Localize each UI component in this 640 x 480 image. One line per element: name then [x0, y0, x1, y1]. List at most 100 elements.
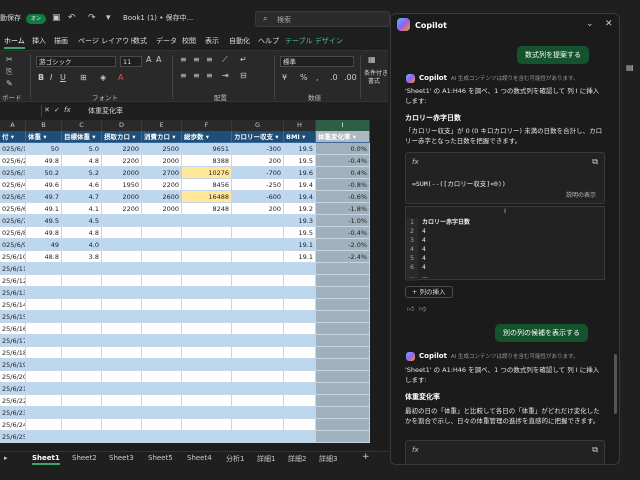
table-cell[interactable]	[232, 275, 284, 287]
table-cell[interactable]: 025/6/1	[0, 143, 26, 155]
table-cell[interactable]: 025/6/3	[0, 167, 26, 179]
thumbs-up-icon[interactable]: 👍︎	[407, 304, 414, 313]
table-cell[interactable]	[316, 407, 370, 419]
table-cell[interactable]	[62, 371, 102, 383]
table-cell[interactable]	[316, 419, 370, 431]
tab-automate[interactable]: 自動化	[229, 36, 250, 46]
table-cell[interactable]: 25/6/21	[0, 383, 26, 395]
fill-color-icon[interactable]: ◈	[100, 73, 106, 82]
sheet-tab[interactable]: Sheet4	[187, 454, 212, 462]
table-cell[interactable]	[182, 395, 232, 407]
table-cell[interactable]	[62, 263, 102, 275]
table-cell[interactable]	[182, 251, 232, 263]
table-cell[interactable]	[232, 347, 284, 359]
table-cell[interactable]	[284, 287, 316, 299]
table-cell[interactable]: 16488	[182, 191, 232, 203]
table-cell[interactable]	[102, 275, 142, 287]
table-cell[interactable]	[232, 227, 284, 239]
table-cell[interactable]: 25/6/19	[0, 359, 26, 371]
table-cell[interactable]	[102, 323, 142, 335]
font-size-select[interactable]: 11	[120, 56, 142, 67]
table-cell[interactable]	[284, 371, 316, 383]
table-cell[interactable]: 19.6	[284, 167, 316, 179]
table-cell[interactable]	[26, 371, 62, 383]
table-cell[interactable]: 4.6	[62, 179, 102, 191]
name-box[interactable]	[0, 105, 42, 117]
table-cell[interactable]	[102, 395, 142, 407]
table-cell[interactable]: 2000	[142, 155, 182, 167]
table-cell[interactable]	[62, 407, 102, 419]
table-cell[interactable]: 025/6/2	[0, 155, 26, 167]
table-cell[interactable]	[102, 371, 142, 383]
column-header-c[interactable]: C	[62, 120, 102, 131]
column-header-a[interactable]: A	[0, 120, 26, 131]
table-cell[interactable]	[102, 347, 142, 359]
table-cell[interactable]: -0.4%	[316, 155, 370, 167]
table-cell[interactable]: 25/6/14	[0, 299, 26, 311]
table-cell[interactable]	[316, 335, 370, 347]
table-header-cell[interactable]: 体重 ▾	[26, 131, 62, 143]
table-cell[interactable]: 25/6/24	[0, 419, 26, 431]
align-left-icon[interactable]: ≡	[180, 71, 187, 80]
table-cell[interactable]	[232, 359, 284, 371]
table-cell[interactable]	[62, 395, 102, 407]
table-cell[interactable]	[62, 335, 102, 347]
table-cell[interactable]: -2.4%	[316, 251, 370, 263]
table-cell[interactable]	[232, 383, 284, 395]
table-cell[interactable]	[284, 383, 316, 395]
tab-home[interactable]: ホーム	[4, 36, 25, 49]
table-cell[interactable]	[142, 275, 182, 287]
table-cell[interactable]	[102, 215, 142, 227]
comma-style-icon[interactable]: ,	[316, 73, 319, 82]
table-cell[interactable]	[102, 227, 142, 239]
table-cell[interactable]: 2000	[102, 191, 142, 203]
table-cell[interactable]	[316, 347, 370, 359]
table-cell[interactable]	[182, 239, 232, 251]
copy-icon[interactable]: ⎘	[6, 67, 12, 77]
cut-icon[interactable]: ✂	[6, 55, 13, 64]
table-cell[interactable]	[284, 419, 316, 431]
table-cell[interactable]: -700	[232, 167, 284, 179]
font-color-icon[interactable]: A	[118, 73, 123, 82]
align-top-icon[interactable]: ≡	[180, 55, 187, 64]
table-cell[interactable]	[142, 359, 182, 371]
indent-icon[interactable]: ⇥	[222, 71, 229, 80]
autosave-toggle[interactable]: オン	[26, 14, 46, 24]
table-cell[interactable]: 2000	[142, 203, 182, 215]
table-cell[interactable]	[232, 395, 284, 407]
tab-data[interactable]: データ	[156, 36, 177, 46]
table-cell[interactable]	[142, 407, 182, 419]
table-cell[interactable]	[232, 407, 284, 419]
table-cell[interactable]	[316, 275, 370, 287]
conditional-format-icon[interactable]: ▦	[368, 55, 376, 64]
number-format-select[interactable]: 標準	[280, 56, 354, 67]
table-cell[interactable]	[62, 359, 102, 371]
table-cell[interactable]: -600	[232, 191, 284, 203]
table-cell[interactable]: 25/6/13	[0, 287, 26, 299]
table-cell[interactable]: -0.4%	[316, 227, 370, 239]
table-cell[interactable]	[26, 383, 62, 395]
table-cell[interactable]	[316, 287, 370, 299]
table-cell[interactable]	[62, 419, 102, 431]
table-cell[interactable]: 25/6/22	[0, 395, 26, 407]
table-cell[interactable]	[142, 335, 182, 347]
tab-page-layout[interactable]: ページ レイアウト	[78, 36, 136, 46]
sheet-nav-icon[interactable]: ▸	[4, 454, 8, 462]
table-cell[interactable]	[26, 419, 62, 431]
close-icon[interactable]: ✕	[605, 19, 613, 29]
table-cell[interactable]: 25/6/20	[0, 371, 26, 383]
table-cell[interactable]	[232, 323, 284, 335]
table-cell[interactable]	[284, 311, 316, 323]
table-cell[interactable]	[62, 347, 102, 359]
table-cell[interactable]	[62, 323, 102, 335]
table-cell[interactable]	[232, 335, 284, 347]
table-cell[interactable]	[142, 323, 182, 335]
table-cell[interactable]	[62, 275, 102, 287]
table-cell[interactable]	[142, 251, 182, 263]
table-cell[interactable]: 1950	[102, 179, 142, 191]
table-cell[interactable]: 025/6/8	[0, 227, 26, 239]
table-cell[interactable]: 19.1	[284, 239, 316, 251]
table-cell[interactable]	[182, 431, 232, 443]
table-cell[interactable]	[182, 299, 232, 311]
table-cell[interactable]: 10276	[182, 167, 232, 179]
